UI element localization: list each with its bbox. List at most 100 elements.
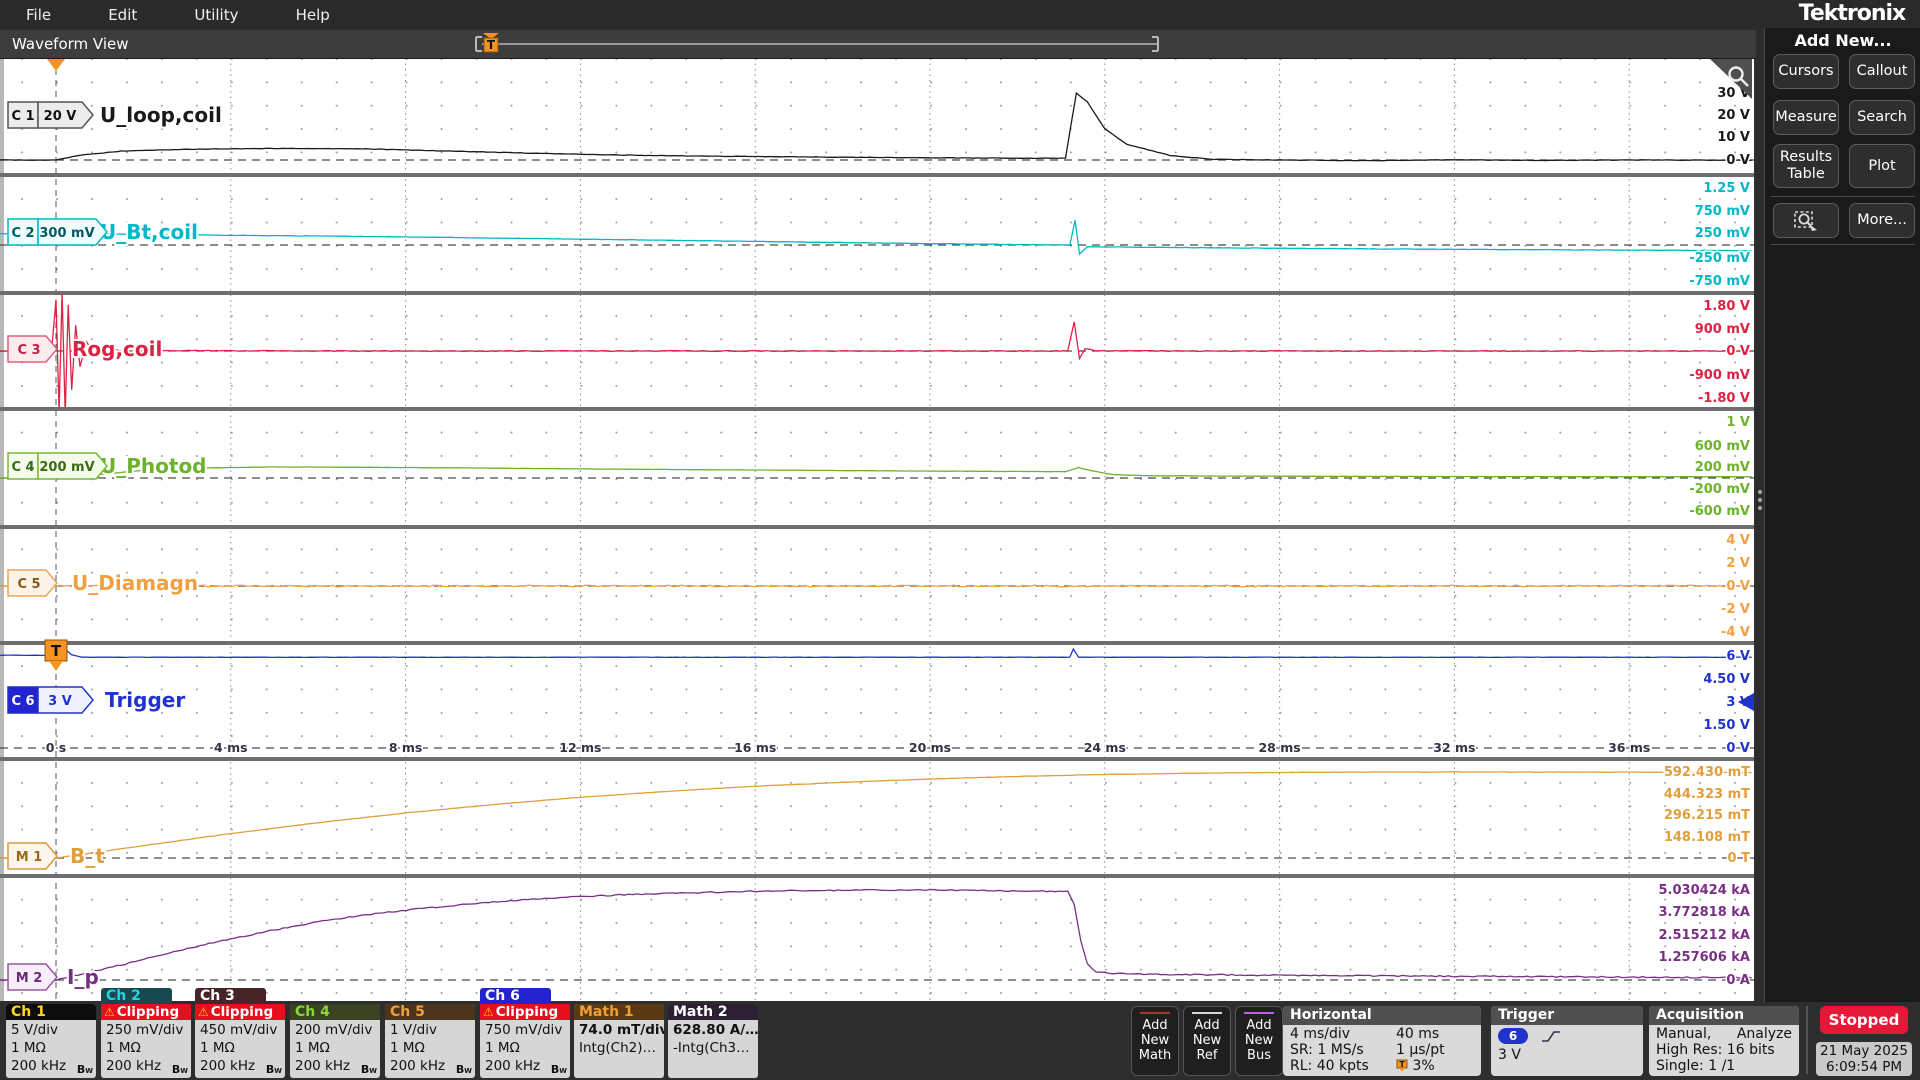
callout-button[interactable]: Callout <box>1849 54 1915 89</box>
channel-badge-C2[interactable]: C 2300 mV <box>8 219 107 245</box>
channel-settings-badge-ch2[interactable]: Ch 2⚠Clipping250 mV/div1 MΩ200 kHzBW <box>101 1004 191 1078</box>
resolution: 1 µs/pt <box>1396 1042 1445 1058</box>
add-new-ref-button[interactable]: Add New Ref <box>1183 1006 1231 1076</box>
axis-label: 592.430 mT <box>1664 765 1750 780</box>
axis-label: 5.030424 kA <box>1659 883 1751 898</box>
cursors-button[interactable]: Cursors <box>1773 54 1839 89</box>
warning-icon: ⚠ <box>101 1005 117 1019</box>
menu-edit[interactable]: Edit <box>82 0 163 30</box>
channel-badge-C3[interactable]: C 3 <box>8 336 57 362</box>
channel-setting: 200 mV/div <box>290 1021 380 1039</box>
warning-icon: ⚠ <box>195 1005 211 1019</box>
channel-settings-badge-math1[interactable]: Math 174.0 mT/divIntg(Ch2)… <box>574 1004 664 1078</box>
channel-settings-badge-ch4[interactable]: Ch 4200 mV/div1 MΩ200 kHzBW <box>290 1004 380 1078</box>
zoom-select-button[interactable] <box>1773 203 1839 238</box>
channel-setting: 1 MΩ <box>385 1039 475 1057</box>
add-new-heading: Add New... <box>1765 31 1920 50</box>
run-stop-status-button[interactable]: Stopped <box>1820 1006 1908 1034</box>
acquisition-panel[interactable]: Acquisition Manual,Analyze High Res: 16 … <box>1649 1006 1799 1076</box>
channel-badge-C6[interactable]: C 6 3 V <box>8 687 93 713</box>
badge-id: C 6 <box>11 694 34 709</box>
panel-section-divider <box>1771 244 1915 245</box>
sample-rate: SR: 1 MS/s <box>1290 1042 1396 1058</box>
channel-settings-badge-math2[interactable]: Math 2628.80 A/…-Intg(Ch3… <box>668 1004 758 1078</box>
trigger-panel[interactable]: Trigger 6 3 V <box>1491 1006 1643 1076</box>
warning-icon: ⚠ <box>480 1005 496 1019</box>
badge-id: C 5 <box>17 577 40 592</box>
channel-settings-badge-ch5[interactable]: Ch 51 V/div1 MΩ200 kHzBW <box>385 1004 475 1078</box>
right-panel: Add New... Cursors Callout Measure Searc… <box>1764 28 1920 1002</box>
trigger-position-t-label: T <box>487 38 496 52</box>
channel-setting: 250 mV/div <box>101 1021 191 1039</box>
trigger-pos-cell: T 3% <box>1396 1058 1435 1074</box>
channel-settings-badge-ch3[interactable]: Ch 3⚠Clipping450 mV/div1 MΩ200 kHzBW <box>195 1004 285 1078</box>
channel-label-Rog,coil: Rog,coil <box>72 337 162 361</box>
horizontal-window: 40 ms <box>1396 1026 1439 1042</box>
channel-tab: Ch 6 <box>480 988 551 1005</box>
menu-help[interactable]: Help <box>270 0 356 30</box>
badge-id: C 1 <box>11 109 34 124</box>
channel-label-I_p: I_p <box>67 965 99 989</box>
more-button[interactable]: More... <box>1849 203 1915 238</box>
panel-divider[interactable] <box>1756 28 1764 1002</box>
bus-accent <box>1244 1012 1274 1014</box>
trigger-source-badge: 6 <box>1498 1028 1528 1044</box>
badge-scale: 300 mV <box>39 226 94 241</box>
channel-tab: Ch 2 <box>101 988 172 1005</box>
channel-settings-badge-ch6[interactable]: Ch 6⚠Clipping750 mV/div1 MΩ200 kHzBW <box>480 1004 570 1078</box>
channel-badge-C1[interactable]: C 1 20 V <box>8 102 93 128</box>
zoom-select-icon <box>1793 209 1819 233</box>
trigger-pos-percent: 3% <box>1412 1058 1434 1074</box>
bandwidth-limit-icon: BW <box>77 1063 93 1076</box>
horizontal-panel[interactable]: Horizontal 4 ms/div40 ms SR: 1 MS/s1 µs/… <box>1283 1006 1481 1076</box>
oscilloscope-app: 30 V20 V10 V0 VU_loop,coilC 120 V1.25 V7… <box>0 0 1920 1080</box>
axis-label: 2 V <box>1726 556 1750 571</box>
bar-divider <box>1806 1006 1808 1074</box>
waveform-area[interactable]: 30 V20 V10 V0 VU_loop,coilC 120 V1.25 V7… <box>0 0 1756 1002</box>
channel-badge-C5[interactable]: C 5 <box>8 570 57 596</box>
grip-dot <box>1758 506 1762 510</box>
menu-file[interactable]: File <box>0 0 77 30</box>
results-table-button[interactable]: Results Table <box>1773 144 1839 188</box>
menu-utility[interactable]: Utility <box>168 0 264 30</box>
channel-badge-M1[interactable]: M 1 <box>8 843 57 869</box>
badge-scale: 3 V <box>48 694 72 709</box>
channel-setting: 1 MΩ <box>6 1039 96 1057</box>
axis-label: 444.323 mT <box>1664 787 1750 802</box>
trigger-title: Trigger <box>1491 1006 1643 1025</box>
channel-setting: 1 MΩ <box>195 1039 285 1057</box>
axis-label: 1 V <box>1726 415 1750 430</box>
tektronix-logo: Tektronix <box>1784 1 1920 26</box>
add-new-bus-button[interactable]: Add New Bus <box>1235 1006 1283 1076</box>
trigger-pos-icon: T <box>1396 1059 1408 1072</box>
acq-mode: Manual, <box>1656 1026 1711 1042</box>
channel-badge-M2[interactable]: M 2 <box>8 964 57 990</box>
horizontal-title: Horizontal <box>1283 1006 1481 1025</box>
axis-label: 20 V <box>1717 108 1750 123</box>
channel-label-Trigger: Trigger <box>105 688 185 712</box>
datetime-badge[interactable]: 21 May 2025 6:09:54 PM <box>1816 1042 1912 1076</box>
bandwidth-limit-icon: BW <box>551 1063 567 1076</box>
axis-label: 296.215 mT <box>1664 808 1750 823</box>
trigger-t-letter: T <box>51 642 62 660</box>
channel-settings-badge-ch1[interactable]: Ch 15 V/div1 MΩ200 kHzBW <box>6 1004 96 1078</box>
time-label: 36 ms <box>1608 740 1650 755</box>
menu-bar: File Edit Utility Help Tektronix <box>0 0 1920 31</box>
axis-label: 10 V <box>1717 130 1750 145</box>
axis-label: 4.50 V <box>1703 672 1750 687</box>
plot-button[interactable]: Plot <box>1849 144 1915 188</box>
svg-text:T: T <box>1399 1060 1405 1069</box>
add-new-math-button[interactable]: Add New Math <box>1131 1006 1179 1076</box>
axis-label: 1.50 V <box>1703 718 1750 733</box>
badge-scale: 20 V <box>44 109 77 124</box>
record-view-bar[interactable]: T <box>0 30 1756 58</box>
axis-label: 250 mV <box>1695 226 1750 241</box>
grip-dot <box>1758 490 1762 494</box>
channel-badge-C4[interactable]: C 4200 mV <box>8 453 107 479</box>
axis-label: -250 mV <box>1689 251 1750 266</box>
channel-name: Ch 1 <box>6 1004 96 1020</box>
channel-setting: 450 mV/div <box>195 1021 285 1039</box>
add-new-ref-label: Add New Ref <box>1193 1018 1221 1063</box>
search-button[interactable]: Search <box>1849 100 1915 135</box>
measure-button[interactable]: Measure <box>1773 100 1839 135</box>
